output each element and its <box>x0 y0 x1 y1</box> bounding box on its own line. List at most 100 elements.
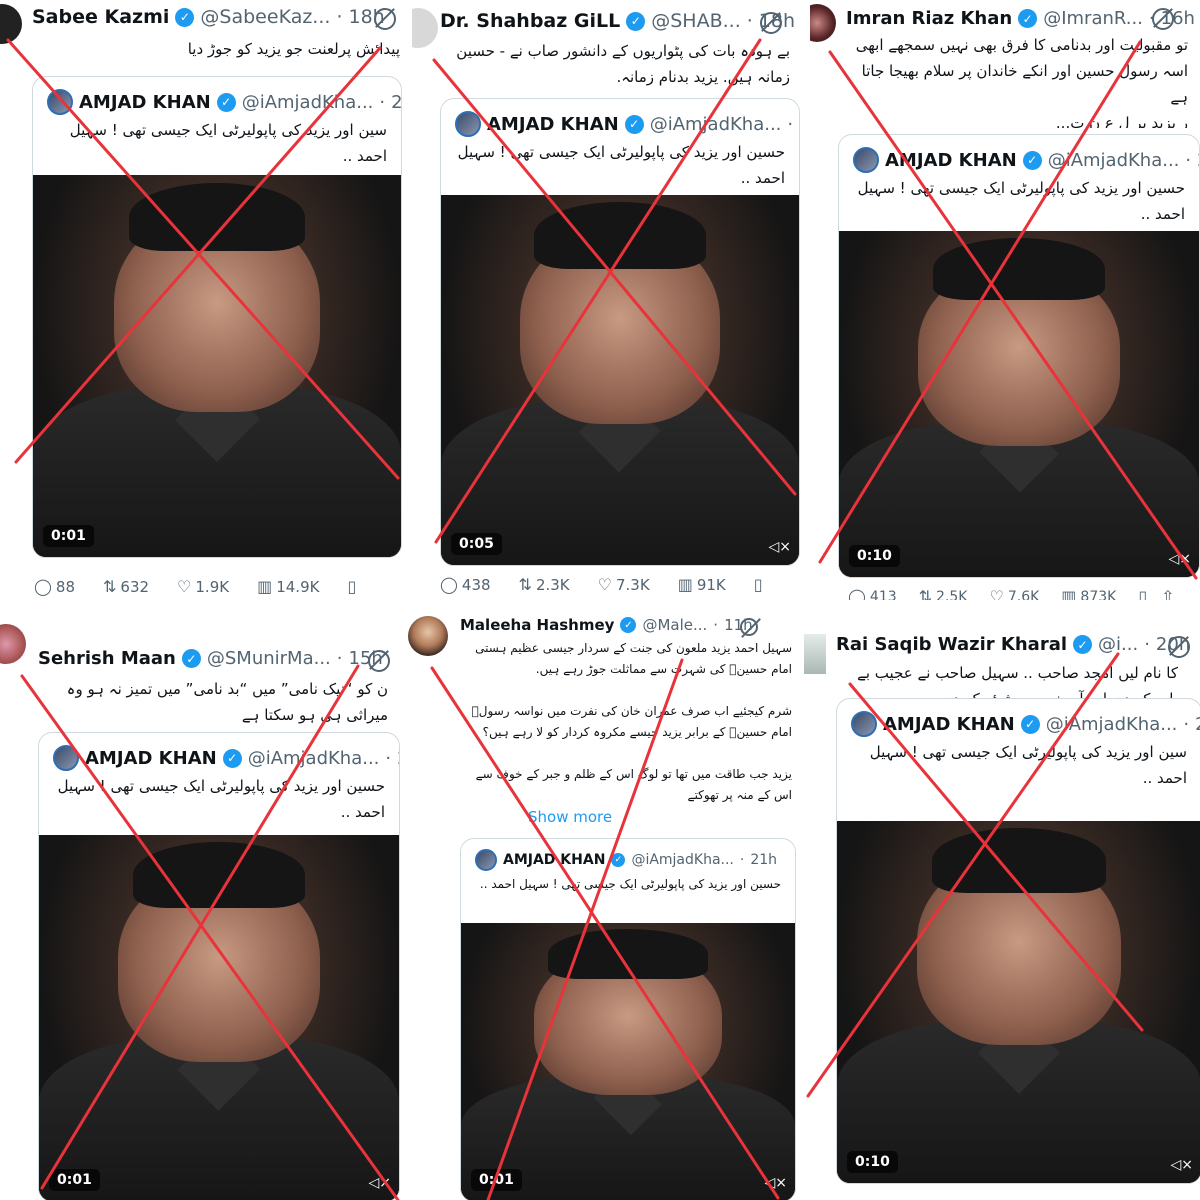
video-player[interactable]: 0:05 ◁× <box>441 195 799 565</box>
author-handle[interactable]: @Male... <box>642 616 707 634</box>
author-name[interactable]: Rai Saqib Wazir Kharal <box>836 634 1067 655</box>
quoted-text: سین اور یزید کی پاپولیرٹی ایک جیسی تھی !… <box>869 743 1187 787</box>
author-handle[interactable]: @SabeeKaz... <box>200 6 330 28</box>
like-button[interactable]: ♡ 7.3K <box>598 575 650 594</box>
video-timestamp: 0:10 <box>847 1151 898 1173</box>
like-button[interactable]: ♡ 7.6K <box>990 587 1040 600</box>
video-timestamp: 0:01 <box>471 1169 522 1191</box>
views-button[interactable]: ▥ 14.9K <box>257 577 319 596</box>
view-count: 873K <box>1080 588 1117 601</box>
mute-icon[interactable]: ◁× <box>1169 551 1192 567</box>
quoted-author-name: AMJAD KHAN <box>79 91 211 113</box>
verified-badge-icon: ✓ <box>1020 714 1040 734</box>
repost-count: 632 <box>120 577 150 596</box>
grok-icon[interactable] <box>374 8 396 30</box>
mute-icon[interactable]: ◁× <box>769 539 792 555</box>
verified-badge-icon: ✓ <box>216 92 236 112</box>
tweet-text: بے ہودہ بات کی پٹواریوں کے دانشور صاب نے… <box>456 42 790 86</box>
bookmark-button[interactable]: ▯ <box>754 575 763 594</box>
tweet-text: پیدائش پرلعنت جو یزید کو جوڑ دیا <box>187 40 400 58</box>
quoted-tweet[interactable]: AMJAD KHAN ✓ @iAmjadKha... · 2 سین اور ی… <box>32 76 402 558</box>
tweet-text: ن کو “نیک نامی” میں “بد نامی” میں تمیز ن… <box>66 680 388 724</box>
video-player[interactable]: 0:01 ◁× <box>461 923 795 1200</box>
verified-badge-icon: ✓ <box>1073 635 1093 654</box>
verified-badge-icon: ✓ <box>222 748 242 768</box>
quoted-header: AMJAD KHAN ✓ @iAmjadKha... · 21 <box>851 711 1200 737</box>
video-timestamp: 0:10 <box>849 545 900 567</box>
like-button[interactable]: ♡ 1.9K <box>177 577 229 596</box>
tweet-header: Sehrish Maan ✓ @SMunirMa... · 15h <box>38 648 383 669</box>
mute-icon[interactable]: ◁× <box>765 1175 788 1191</box>
avatar[interactable] <box>408 616 448 656</box>
verified-badge-icon: ✓ <box>1022 150 1042 170</box>
bookmark-button[interactable]: ▯ <box>1138 587 1147 600</box>
author-handle[interactable]: @SMunirMa... <box>207 648 331 669</box>
reply-button[interactable]: ◯ 413 <box>848 587 897 600</box>
author-handle[interactable]: @SHAB... <box>651 10 741 32</box>
repost-button[interactable]: ⇅ 2.5K <box>919 587 968 600</box>
author-handle[interactable]: @ImranR... <box>1043 8 1143 29</box>
quoted-timestamp: 21 <box>397 748 399 769</box>
grok-icon[interactable] <box>740 618 758 636</box>
separator-dot: · <box>1185 149 1192 171</box>
mute-icon[interactable]: ◁× <box>369 1175 392 1191</box>
show-more-link[interactable]: Show more <box>528 808 612 826</box>
quoted-avatar <box>455 111 481 137</box>
tweet-panel-6: Rai Saqib Wazir Kharal ✓ @i... · 20h کا … <box>804 610 1200 1200</box>
quoted-tweet[interactable]: AMJAD KHAN ✓ @iAmjadKha... · 21 حسین اور… <box>440 98 800 566</box>
quoted-timestamp: 21 <box>1195 714 1200 735</box>
author-name[interactable]: Imran Riaz Khan <box>846 8 1012 29</box>
reply-icon: ◯ <box>34 577 52 596</box>
reply-button[interactable]: ◯ 438 <box>440 575 491 594</box>
tweet-header: Maleeha Hashmey ✓ @Male... · 11h <box>460 616 753 634</box>
grok-icon[interactable] <box>368 650 390 672</box>
repost-count: 2.3K <box>535 575 570 594</box>
repost-button[interactable]: ⇅ 2.3K <box>519 575 570 594</box>
separator-dot: · <box>739 852 745 868</box>
verified-badge-icon: ✓ <box>175 7 195 27</box>
quoted-author-name: AMJAD KHAN <box>883 713 1015 735</box>
grok-icon[interactable] <box>1168 636 1190 658</box>
video-timestamp: 0:01 <box>43 525 94 547</box>
repost-icon: ⇅ <box>103 577 117 596</box>
heart-icon: ♡ <box>989 587 1004 600</box>
tweet-header: Rai Saqib Wazir Kharal ✓ @i... · 20h <box>836 634 1190 655</box>
views-button[interactable]: ▥ 91K <box>678 575 726 594</box>
tweet-panel-3: Imran Riaz Khan ✓ @ImranR... · 16h تو مق… <box>810 0 1200 600</box>
quoted-avatar <box>53 745 79 771</box>
quoted-timestamp: 21 <box>799 114 800 135</box>
author-name[interactable]: Dr. Shahbaz GiLL <box>440 10 620 32</box>
video-player[interactable]: 0:01 ◁× <box>39 835 399 1200</box>
author-name[interactable]: Sabee Kazmi <box>32 6 169 28</box>
author-handle[interactable]: @i... <box>1098 634 1138 655</box>
quoted-author-name: AMJAD KHAN <box>487 113 619 135</box>
video-player[interactable]: 0:10 ◁× <box>837 821 1200 1183</box>
video-player[interactable]: 0:10 ◁× <box>839 231 1199 577</box>
repost-button[interactable]: ⇅ 632 <box>103 577 149 596</box>
author-name[interactable]: Sehrish Maan <box>38 648 176 669</box>
separator-dot: · <box>1183 713 1190 735</box>
quoted-tweet[interactable]: AMJAD KHAN ✓ @iAmjadKha... · 21h حسین او… <box>838 134 1200 578</box>
verified-badge-icon: ✓ <box>626 11 646 31</box>
video-player[interactable]: 0:01 <box>33 175 401 557</box>
quoted-text: سین اور یزید کی پاپولیرٹی ایک جیسی تھی !… <box>69 121 387 165</box>
reply-button[interactable]: ◯ 88 <box>34 577 75 596</box>
quoted-tweet[interactable]: AMJAD KHAN ✓ @iAmjadKha... · 21h حسین او… <box>460 838 796 1200</box>
view-count: 91K <box>696 575 726 594</box>
grok-icon[interactable] <box>760 12 782 34</box>
quoted-tweet[interactable]: AMJAD KHAN ✓ @iAmjadKha... · 21 سین اور … <box>836 698 1200 1184</box>
grok-icon[interactable] <box>1152 8 1174 30</box>
avatar[interactable] <box>804 634 826 674</box>
author-name[interactable]: Maleeha Hashmey <box>460 616 614 634</box>
action-bar: ◯ 413 ⇅ 2.5K ♡ 7.6K ▥ 873K ▯ ⇧ <box>848 587 1175 600</box>
share-button[interactable]: ⇧ <box>1161 587 1174 600</box>
avatar[interactable] <box>810 4 836 42</box>
avatar[interactable] <box>0 4 22 44</box>
bookmark-button[interactable]: ▯ <box>347 577 356 596</box>
views-button[interactable]: ▥ 873K <box>1061 587 1116 600</box>
mute-icon[interactable]: ◁× <box>1171 1157 1194 1173</box>
tweet-panel-1: Sabee Kazmi ✓ @SabeeKaz... · 18h پیدائش … <box>0 0 412 600</box>
quoted-tweet[interactable]: AMJAD KHAN ✓ @iAmjadKha... · 21 حسین اور… <box>38 732 400 1200</box>
share-icon: ⇧ <box>1161 587 1175 600</box>
avatar[interactable] <box>0 624 26 664</box>
